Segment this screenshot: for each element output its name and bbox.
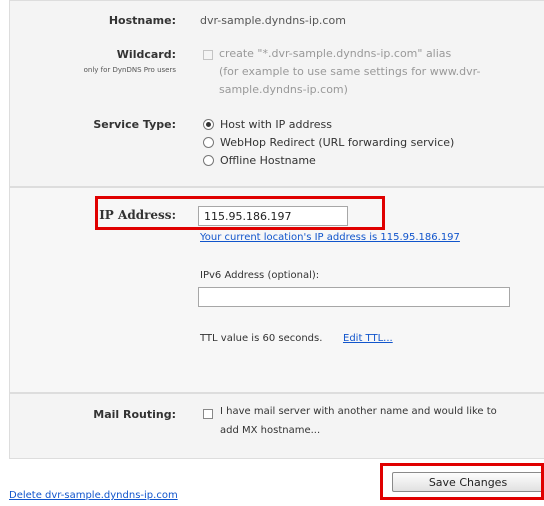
ttl-text: TTL value is 60 seconds.: [200, 333, 323, 344]
current-ip-link[interactable]: Your current location's IP address is 11…: [200, 232, 460, 243]
save-changes-button[interactable]: Save Changes: [392, 472, 544, 492]
delete-host-link[interactable]: Delete dvr-sample.dyndns-ip.com: [9, 490, 178, 501]
hostname-value: dvr-sample.dyndns-ip.com: [200, 14, 346, 27]
mail-routing-text-line-1: I have mail server with another name and…: [220, 406, 497, 417]
mail-routing-label: Mail Routing:: [93, 408, 176, 421]
wildcard-pro-note: only for DynDNS Pro users: [83, 66, 176, 74]
service-type-radio-host[interactable]: [203, 119, 214, 130]
service-type-option-host: Host with IP address: [220, 118, 332, 131]
mail-routing-checkbox[interactable]: [203, 409, 213, 419]
service-type-label: Service Type:: [93, 118, 176, 131]
service-type-option-webhop: WebHop Redirect (URL forwarding service): [220, 136, 455, 149]
service-type-option-offline: Offline Hostname: [220, 154, 316, 167]
wildcard-hint-line-2: sample.dyndns-ip.com): [219, 83, 348, 96]
hostname-label: Hostname:: [108, 14, 176, 27]
wildcard-checkbox-label: create "*.dvr-sample.dyndns-ip.com" alia…: [219, 47, 452, 60]
service-type-radio-offline[interactable]: [203, 155, 214, 166]
ipv6-label: IPv6 Address (optional):: [200, 270, 320, 281]
ipv6-input[interactable]: [198, 287, 510, 307]
mail-routing-text-line-2: add MX hostname...: [220, 425, 321, 436]
edit-ttl-link[interactable]: Edit TTL...: [343, 333, 393, 344]
wildcard-checkbox[interactable]: [203, 50, 213, 60]
wildcard-label: Wildcard:: [116, 48, 176, 61]
service-type-radio-webhop[interactable]: [203, 137, 214, 148]
wildcard-hint-line-1: (for example to use same settings for ww…: [219, 65, 481, 78]
ip-address-input[interactable]: [198, 206, 348, 226]
ip-address-label: IP Address:: [99, 208, 176, 222]
